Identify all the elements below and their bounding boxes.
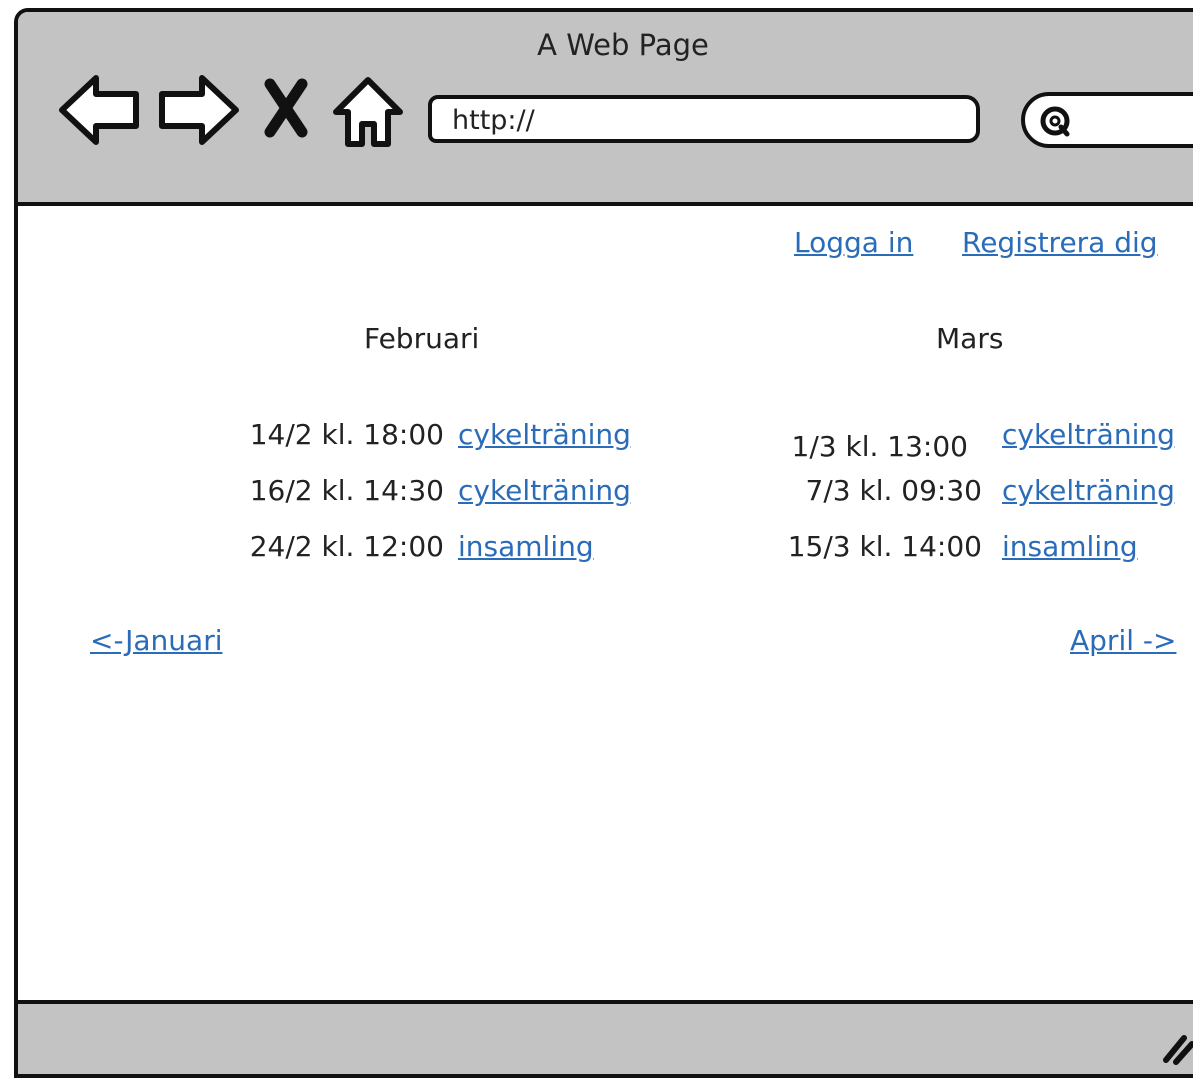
event-activity-link[interactable]: cykelträning bbox=[458, 474, 631, 507]
register-link[interactable]: Registrera dig bbox=[962, 226, 1158, 259]
event-date: 15/3 kl. 14:00 bbox=[787, 530, 982, 563]
forward-arrow-icon[interactable] bbox=[156, 70, 240, 150]
next-month-link[interactable]: April -> bbox=[1070, 624, 1176, 657]
login-link[interactable]: Logga in bbox=[794, 226, 913, 259]
url-input[interactable]: http:// bbox=[428, 95, 980, 143]
home-icon[interactable] bbox=[332, 74, 404, 150]
event-activity-link[interactable]: insamling bbox=[458, 530, 594, 563]
event-activity-link[interactable]: insamling bbox=[1002, 530, 1138, 563]
event-date: 14/2 kl. 18:00 bbox=[249, 418, 444, 451]
event-activity-link[interactable]: cykelträning bbox=[458, 418, 631, 451]
resize-grip-icon[interactable] bbox=[1158, 1026, 1193, 1066]
browser-toolbar: A Web Page http:// bbox=[18, 12, 1193, 206]
event-activity-link[interactable]: cykelträning bbox=[1002, 474, 1175, 507]
event-date: 7/3 kl. 09:30 bbox=[805, 474, 982, 507]
window-title: A Web Page bbox=[537, 28, 709, 62]
status-bar bbox=[18, 1000, 1193, 1074]
month-title-mars: Mars bbox=[936, 322, 1004, 355]
close-icon[interactable] bbox=[264, 78, 308, 138]
url-text: http:// bbox=[452, 105, 535, 136]
event-date: 1/3 kl. 13:00 bbox=[791, 430, 968, 463]
prev-month-link[interactable]: <-Januari bbox=[90, 624, 222, 657]
search-icon bbox=[1040, 106, 1070, 137]
event-date: 24/2 kl. 12:00 bbox=[249, 530, 444, 563]
back-arrow-icon[interactable] bbox=[58, 70, 142, 150]
event-date: 16/2 kl. 14:30 bbox=[249, 474, 444, 507]
page-content: Logga in Registrera dig Februari 14/2 kl… bbox=[18, 206, 1193, 996]
search-input[interactable] bbox=[1021, 92, 1193, 148]
browser-window: A Web Page http:// Logga in Registrera d… bbox=[14, 8, 1193, 1078]
month-title-februari: Februari bbox=[364, 322, 480, 355]
event-activity-link[interactable]: cykelträning bbox=[1002, 418, 1175, 451]
